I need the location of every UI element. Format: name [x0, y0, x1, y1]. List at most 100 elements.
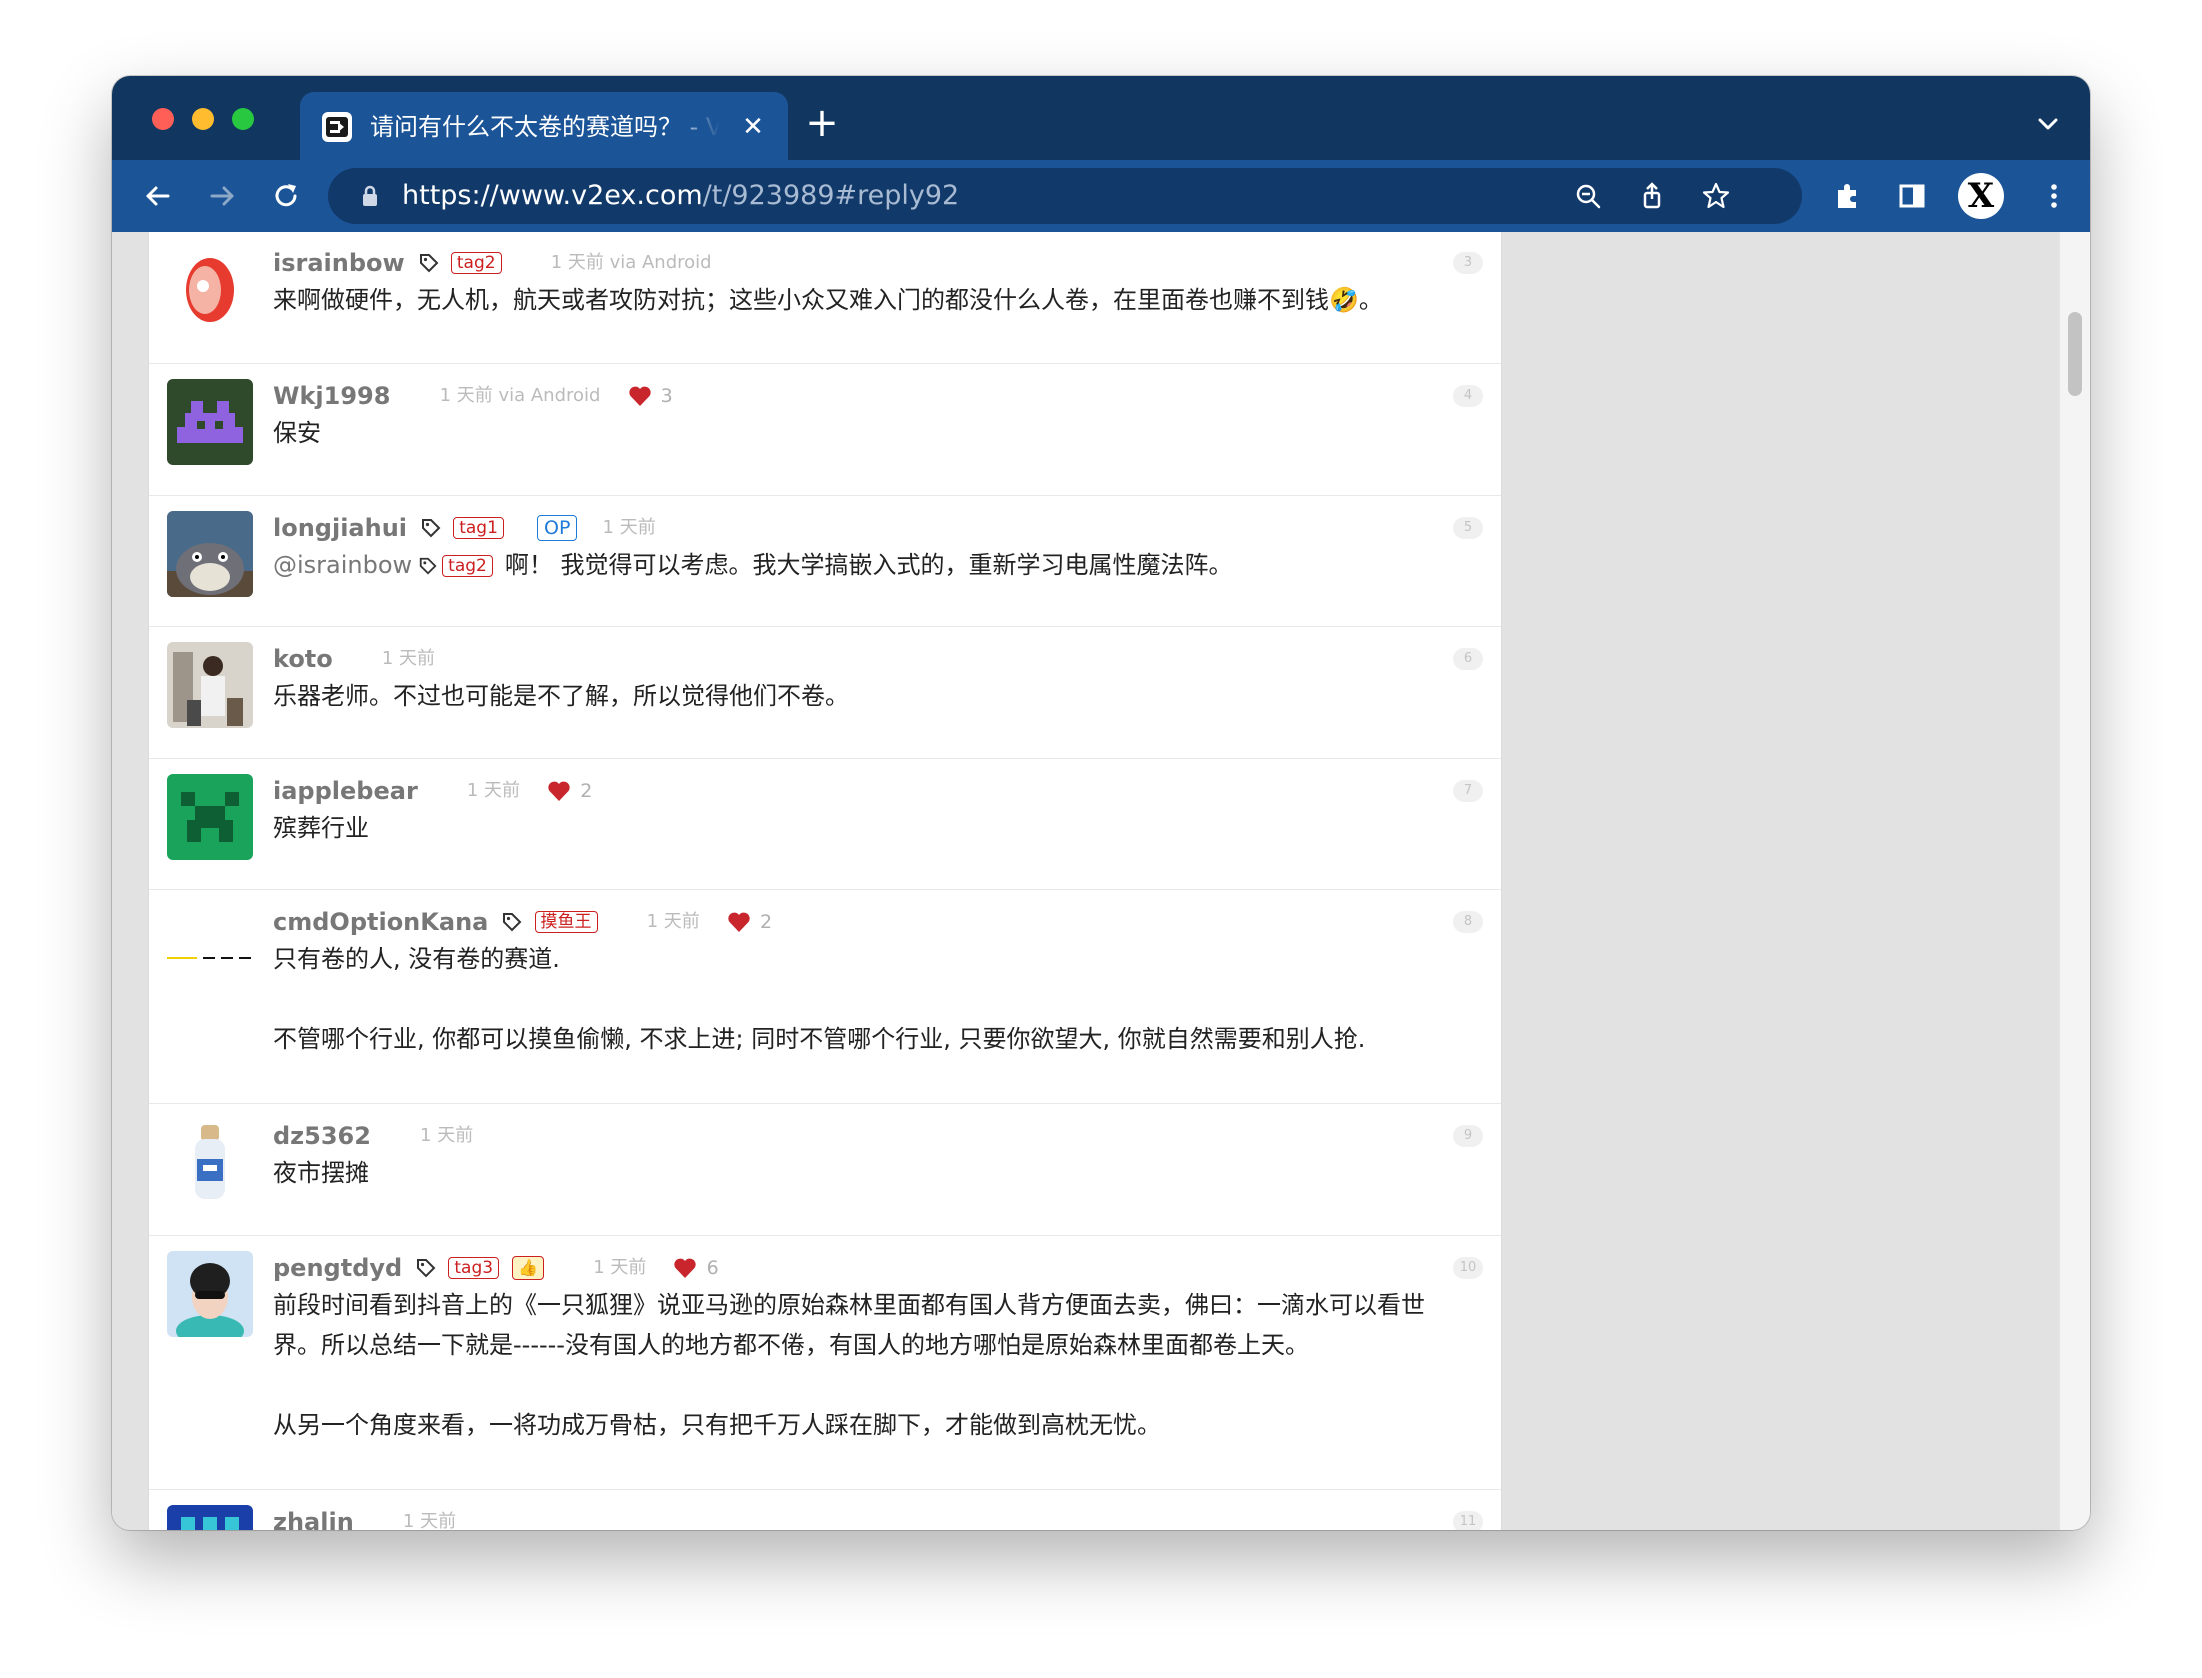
username[interactable]: koto [273, 642, 333, 676]
user-tag: tag1 [453, 517, 504, 539]
reply-content: 来啊做硬件，无人机，航天或者攻防对抗；这些小众又难入门的都没什么人卷，在里面卷也… [273, 280, 1483, 320]
avatar[interactable] [167, 774, 253, 860]
username[interactable]: cmdOptionKana [273, 905, 488, 939]
more-menu-icon[interactable] [2036, 178, 2072, 214]
username[interactable]: pengtdyd [273, 1251, 402, 1285]
reply-item: dz5362 1 天前 9 夜市摆摊 [149, 1103, 1501, 1236]
forward-arrow-icon[interactable] [204, 178, 240, 214]
reply-content: 乐器老师。不过也可能是不了解，所以觉得他们不卷。 [273, 676, 1483, 716]
username[interactable]: iapplebear [273, 774, 418, 808]
reply-meta: cmdOptionKana 摸鱼王 1 天前 2 [273, 905, 772, 939]
reply-line: 乐器老师。不过也可能是不了解，所以觉得他们不卷。 [273, 682, 849, 710]
avatar[interactable] [167, 246, 253, 332]
profile-avatar[interactable]: X [1958, 173, 2004, 219]
reply-item: israinbow tag2 1 天前 via Android 3 来啊做硬件，… [149, 232, 1501, 364]
share-icon[interactable] [1636, 180, 1668, 212]
reply-number: 5 [1453, 517, 1483, 539]
tag-icon [419, 254, 439, 273]
tag-icon [417, 1259, 436, 1278]
zoom-out-icon[interactable] [1572, 180, 1604, 212]
scrollbar-thumb[interactable] [2068, 312, 2082, 396]
reply-content: 前段时间看到抖音上的《一只狐狸》说亚马逊的原始森林里面都有国人背方便面去卖，佛曰… [273, 1285, 1483, 1445]
url-path: /t/923989#reply92 [702, 180, 960, 211]
reload-icon[interactable] [268, 178, 304, 214]
username[interactable]: zhalin [273, 1505, 354, 1530]
reply-time: 1 天前 [602, 517, 656, 538]
reply-time: 1 天前 [381, 648, 436, 669]
chevron-down-icon[interactable] [2034, 110, 2062, 138]
reply-content: 只有卷的人, 没有卷的赛道. 不管哪个行业, 你都可以摸鱼偷懒, 不求上进; 同… [273, 939, 1483, 1059]
reply-number: 7 [1453, 780, 1483, 802]
reply-number: 8 [1453, 911, 1483, 933]
reply-item: koto 1 天前 6 乐器老师。不过也可能是不了解，所以觉得他们不卷。 [149, 626, 1501, 759]
reply-item: iapplebear 1 天前 2 7 殡葬行业 [149, 758, 1501, 890]
reply-number: 6 [1453, 648, 1483, 670]
reply-meta: longjiahui tag1 OP 1 天前 [273, 511, 656, 545]
like-count: 2 [580, 780, 593, 802]
tag-icon [419, 557, 437, 575]
reply-time: 1 天前 [466, 780, 521, 801]
mention-link[interactable]: @israinbow [273, 551, 412, 579]
reply-line: 殡葬行业 [273, 814, 369, 842]
browser-toolbar: https://www.v2ex.com/t/923989#reply92 X [112, 160, 2090, 232]
star-bookmark-icon[interactable] [1700, 180, 1732, 212]
reply-meta: pengtdyd tag3 👍 1 天前 6 [273, 1251, 719, 1285]
avatar[interactable] [167, 379, 253, 465]
avatar[interactable] [167, 642, 253, 728]
reply-line: 夜市摆摊 [273, 1159, 369, 1187]
reply-content: @israinbow tag2 啊！ 我觉得可以考虑。我大学搞嵌入式的，重新学习电属… [273, 545, 1483, 585]
reply-line: 从另一个角度来看，一将功成万骨枯，只有把千万人踩在脚下，才能做到高枕无忧。 [273, 1411, 1161, 1439]
tab-active[interactable]: 请问有什么不太卷的赛道吗？ - V2EX ✕ [300, 92, 788, 160]
username[interactable]: longjiahui [273, 511, 407, 545]
scrollbar[interactable] [2059, 232, 2090, 1530]
reply-time: 1 天前 via Android [439, 385, 601, 406]
reply-meta: dz5362 1 天前 [273, 1119, 473, 1153]
tag-icon [503, 913, 522, 932]
username[interactable]: Wkj1998 [273, 379, 390, 413]
url-text[interactable]: https://www.v2ex.com/t/923989#reply92 [402, 178, 959, 214]
reply-item: longjiahui tag1 OP 1 天前 5 @israinbow tag2… [149, 495, 1501, 627]
address-bar[interactable]: https://www.v2ex.com/t/923989#reply92 [328, 168, 1802, 224]
lock-icon[interactable] [354, 180, 386, 212]
reply-number: 11 [1453, 1511, 1483, 1530]
reply-number: 3 [1453, 252, 1483, 274]
reply-content: 殡葬行业 [273, 808, 1483, 848]
reply-time: 1 天前 via Android [550, 252, 712, 273]
avatar[interactable] [167, 1119, 253, 1205]
avatar[interactable] [167, 1251, 253, 1337]
reply-line: 保安 [273, 419, 321, 447]
user-tag: tag2 [450, 252, 502, 274]
tab-title: 请问有什么不太卷的赛道吗？ - V2EX [370, 113, 720, 141]
reply-line: 啊！ 我觉得可以考虑。我大学搞嵌入式的，重新学习电属性魔法阵。 [504, 551, 1233, 579]
extensions-puzzle-icon[interactable] [1830, 178, 1866, 214]
mention-tag: tag2 [442, 555, 493, 577]
tag-icon [422, 519, 441, 538]
reply-content: 夜市摆摊 [273, 1153, 1483, 1193]
reply-line: 只有卷的人, 没有卷的赛道. [273, 945, 560, 973]
reply-meta: israinbow tag2 1 天前 via Android [273, 246, 712, 280]
url-host: https://www.v2ex.com [402, 180, 703, 211]
reply-time: 1 天前 [593, 1257, 647, 1278]
reply-item: cmdOptionKana 摸鱼王 1 天前 2 8 只有卷的人, 没有卷的赛道… [149, 889, 1501, 1104]
page-viewport: israinbow tag2 1 天前 via Android 3 来啊做硬件，… [112, 232, 2090, 1530]
heart-icon [674, 1258, 697, 1278]
avatar[interactable] [167, 1505, 253, 1530]
op-badge: OP [537, 515, 578, 541]
reply-meta: koto 1 天前 [273, 642, 435, 676]
avatar[interactable] [167, 511, 253, 597]
tab-close-icon[interactable]: ✕ [736, 110, 770, 144]
back-arrow-icon[interactable] [140, 178, 176, 214]
zoom-window-button[interactable] [232, 108, 254, 130]
username[interactable]: dz5362 [273, 1119, 371, 1153]
heart-icon [728, 912, 750, 932]
close-window-button[interactable] [152, 108, 174, 130]
reply-line: 界。所以总结一下就是------没有国人的地方都不倦，有国人的地方哪怕是原始森林… [273, 1331, 1309, 1359]
reply-meta: zhalin 1 天前 [273, 1505, 456, 1530]
reply-line: 前段时间看到抖音上的《一只狐狸》说亚马逊的原始森林里面都有国人背方便面去卖，佛曰… [273, 1291, 1425, 1319]
minimize-window-button[interactable] [192, 108, 214, 130]
new-tab-button[interactable]: + [800, 102, 844, 146]
side-panel-icon[interactable] [1894, 178, 1930, 214]
username[interactable]: israinbow [273, 246, 405, 280]
heart-icon [548, 781, 570, 801]
avatar[interactable] [167, 905, 253, 991]
